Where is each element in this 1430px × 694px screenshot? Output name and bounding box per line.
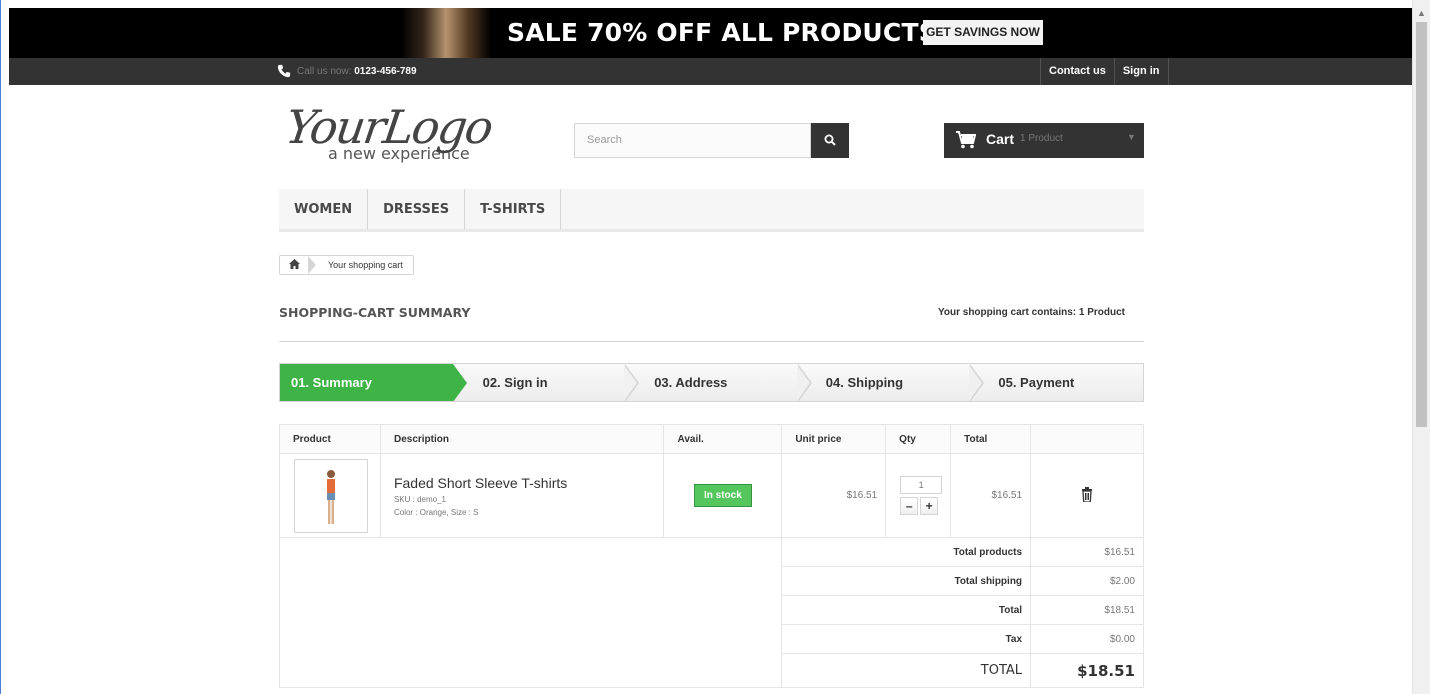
product-image[interactable] bbox=[294, 458, 368, 533]
call-us-text: Call us now: 0123-456-789 bbox=[297, 66, 417, 77]
page-title: SHOPPING-CART SUMMARY bbox=[279, 305, 471, 320]
step-sign-in[interactable]: 02. Sign in bbox=[453, 364, 640, 401]
table-row: Faded Short Sleeve T-shirts SKU : demo_1… bbox=[279, 453, 1144, 538]
header-links: Contact us Sign in bbox=[1040, 58, 1169, 85]
vertical-scrollbar[interactable]: ▲ bbox=[1412, 0, 1430, 694]
search-box: Search bbox=[574, 123, 849, 158]
product-image-cell bbox=[279, 453, 381, 538]
cart-count: 1 Product bbox=[1020, 133, 1063, 144]
contact-us-link[interactable]: Contact us bbox=[1040, 58, 1114, 85]
breadcrumb-separator bbox=[308, 256, 316, 274]
tax-label: Tax bbox=[781, 624, 1032, 654]
step-arrow bbox=[451, 364, 467, 401]
divider bbox=[279, 341, 1144, 342]
step-summary-label: 01. Summary bbox=[291, 375, 372, 390]
promo-banner[interactable]: SALE 70% OFF ALL PRODUCTS GET SAVINGS NO… bbox=[9, 8, 1412, 58]
unit-price-cell: $16.51 bbox=[781, 453, 887, 538]
chevron-down-icon: ▼ bbox=[1127, 132, 1136, 142]
product-photo bbox=[327, 469, 335, 524]
banner-headline: SALE 70% OFF ALL PRODUCTS bbox=[507, 18, 937, 47]
qty-cell: 1 – + bbox=[885, 453, 952, 538]
total-label: Total bbox=[781, 595, 1032, 625]
site-logo[interactable]: YourLogo a new experience bbox=[282, 100, 495, 163]
product-name-link[interactable]: Faded Short Sleeve T-shirts bbox=[394, 475, 664, 491]
product-description-cell: Faded Short Sleeve T-shirts SKU : demo_1… bbox=[379, 453, 665, 538]
step-summary[interactable]: 01. Summary bbox=[280, 364, 467, 401]
total-value: $18.51 bbox=[1030, 595, 1144, 625]
cart-dropdown[interactable]: Cart 1 Product ▼ bbox=[944, 123, 1144, 158]
total-products-value: $16.51 bbox=[1030, 537, 1144, 567]
header-product: Product bbox=[279, 424, 381, 454]
total-shipping-label: Total shipping bbox=[781, 566, 1032, 596]
header-qty: Qty bbox=[885, 424, 952, 454]
search-icon bbox=[824, 134, 836, 146]
totals-row: Total products $16.51 bbox=[278, 537, 1144, 688]
total-shipping-value: $2.00 bbox=[1030, 566, 1144, 596]
call-label: Call us now: bbox=[297, 66, 352, 77]
home-icon[interactable] bbox=[280, 258, 308, 272]
search-button[interactable] bbox=[811, 123, 849, 158]
tax-value: $0.00 bbox=[1030, 624, 1144, 654]
decrease-quantity-button[interactable]: – bbox=[900, 497, 919, 515]
cart-icon bbox=[956, 131, 976, 149]
grand-total-value: $18.51 bbox=[1030, 653, 1144, 688]
header-unit-price: Unit price bbox=[781, 424, 887, 454]
step-shipping[interactable]: 04. Shipping bbox=[798, 364, 985, 401]
quantity-stepper: 1 – + bbox=[900, 476, 943, 515]
increase-quantity-button[interactable]: + bbox=[920, 497, 939, 515]
quantity-buttons: – + bbox=[900, 497, 942, 515]
step-address[interactable]: 03. Address bbox=[625, 364, 812, 401]
phone-number: 0123-456-789 bbox=[354, 66, 417, 77]
scroll-up-arrow-icon[interactable]: ▲ bbox=[1417, 8, 1426, 18]
scrollbar-thumb[interactable] bbox=[1416, 22, 1427, 427]
main-menu: WOMEN DRESSES T-SHIRTS bbox=[279, 189, 1144, 232]
menu-item-dresses[interactable]: DRESSES bbox=[368, 189, 466, 229]
step-shipping-label: 04. Shipping bbox=[825, 375, 904, 390]
quantity-input[interactable]: 1 bbox=[900, 476, 943, 494]
trash-icon[interactable] bbox=[1081, 486, 1093, 503]
delete-cell bbox=[1030, 453, 1144, 538]
in-stock-badge: In stock bbox=[694, 484, 752, 507]
step-arrow bbox=[796, 364, 812, 401]
step-address-label: 03. Address bbox=[654, 375, 728, 390]
top-nav-bar: Call us now: 0123-456-789 Contact us Sig… bbox=[9, 58, 1412, 85]
total-products-label: Total products bbox=[781, 537, 1032, 567]
search-input[interactable]: Search bbox=[574, 123, 811, 158]
step-payment-label: 05. Payment bbox=[998, 375, 1075, 390]
header-avail: Avail. bbox=[663, 424, 783, 454]
banner-model-image bbox=[401, 8, 491, 58]
page-viewport: SALE 70% OFF ALL PRODUCTS GET SAVINGS NO… bbox=[0, 0, 1412, 694]
table-header-row: Product Description Avail. Unit price Qt… bbox=[279, 424, 1144, 454]
cart-contains-text: Your shopping cart contains: 1 Product bbox=[937, 307, 1125, 318]
breadcrumb: Your shopping cart bbox=[279, 255, 414, 275]
availability-cell: In stock bbox=[663, 453, 783, 538]
step-payment[interactable]: 05. Payment bbox=[970, 364, 1143, 401]
phone-icon bbox=[277, 64, 291, 78]
breadcrumb-current: Your shopping cart bbox=[328, 260, 403, 270]
product-attributes: Color : Orange, Size : S bbox=[393, 507, 479, 517]
step-arrow bbox=[969, 364, 985, 401]
totals-spacer bbox=[278, 537, 783, 688]
step-sign-in-label: 02. Sign in bbox=[482, 375, 548, 390]
header-total: Total bbox=[950, 424, 1032, 454]
header-description: Description bbox=[379, 424, 665, 454]
product-sku: SKU : demo_1 bbox=[393, 494, 446, 504]
cart-table: Product Description Avail. Unit price Qt… bbox=[278, 424, 1144, 688]
menu-item-women[interactable]: WOMEN bbox=[279, 189, 369, 229]
get-savings-button[interactable]: GET SAVINGS NOW bbox=[923, 20, 1043, 45]
line-total-cell: $16.51 bbox=[950, 453, 1032, 538]
menu-item-tshirts[interactable]: T-SHIRTS bbox=[465, 189, 562, 229]
header-actions bbox=[1030, 424, 1144, 454]
sign-in-link[interactable]: Sign in bbox=[1113, 58, 1169, 85]
logo-text: YourLogo bbox=[282, 100, 495, 154]
step-arrow bbox=[624, 364, 640, 401]
grand-total-label: TOTAL bbox=[781, 653, 1032, 688]
checkout-steps: 01. Summary 02. Sign in 03. Address 04. … bbox=[279, 363, 1144, 402]
cart-label: Cart bbox=[986, 131, 1015, 147]
